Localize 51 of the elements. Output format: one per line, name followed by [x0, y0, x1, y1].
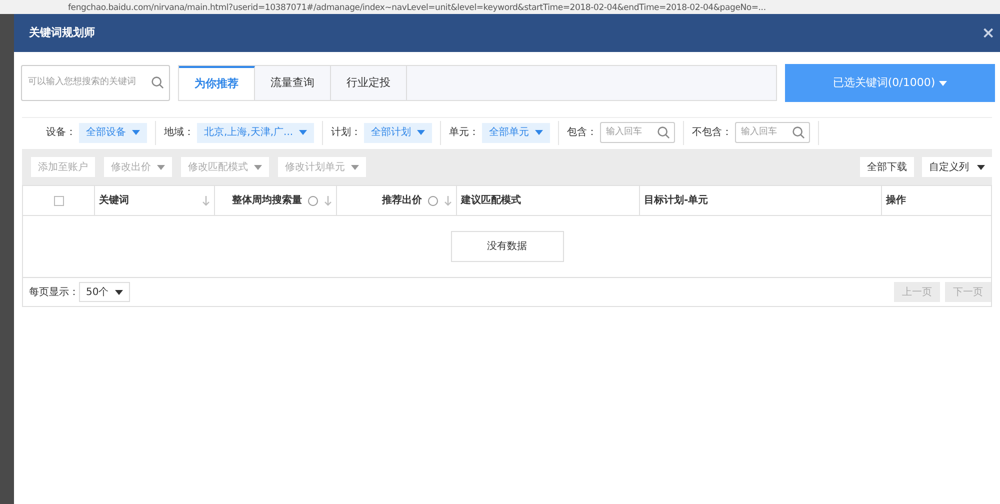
- column-header: 推荐出价: [382, 194, 422, 208]
- tab[interactable]: 流量查询: [255, 66, 331, 100]
- column-header: 整体周均搜索量: [232, 194, 302, 208]
- caret-icon: [535, 130, 544, 135]
- empty-message: 没有数据: [450, 231, 564, 262]
- column-header: 建议匹配模式: [461, 194, 522, 208]
- sort-arrow-icon[interactable]: [324, 196, 332, 206]
- filter-label: 计划：: [331, 126, 362, 140]
- selected-keywords-button[interactable]: 已选关键词(0/1000): [785, 64, 995, 102]
- caret-icon: [299, 130, 308, 135]
- filter-label: 不包含：: [692, 126, 732, 140]
- filter-search-field[interactable]: 输入回车: [600, 122, 676, 143]
- column-header: 关键词: [99, 194, 130, 208]
- column-header: 目标计划-单元: [644, 194, 710, 208]
- help-icon[interactable]: [308, 196, 318, 206]
- caret-icon: [157, 164, 165, 170]
- caret-icon: [977, 164, 985, 170]
- tab[interactable]: 为你推荐: [179, 66, 255, 100]
- search-icon: [657, 126, 670, 139]
- caret-icon: [351, 164, 359, 170]
- close-button[interactable]: ×: [982, 25, 995, 41]
- filter-dropdown[interactable]: 全部设备: [79, 122, 147, 142]
- caret-icon: [417, 130, 426, 135]
- page-size-label: 每页显示：: [29, 286, 79, 300]
- page-size-dropdown[interactable]: 50个: [79, 282, 130, 302]
- filter-dropdown[interactable]: 全部计划: [364, 122, 432, 142]
- caret-icon: [132, 130, 140, 135]
- search-icon: [151, 76, 164, 89]
- filter-label: 设备：: [46, 126, 76, 140]
- address-bar[interactable]: fengchao.baidu.com/nirvana/main.html?userid=10387071#/admanage/index~navLevel=unit&level=keyword&startTime=2018-02-04&endTime=2018-02-04&pageNo=...: [0, 0, 1000, 14]
- select-all-checkbox[interactable]: [54, 196, 64, 206]
- filter-label: 单元：: [449, 126, 480, 140]
- browser-url: fengchao.baidu.com/nirvana/main.html?userid=10387071#/admanage/index~navLevel=unit&level=keyword&startTime=2018-02-04&endTime=2018-02-04&pageNo=...: [68, 3, 766, 14]
- help-icon[interactable]: [428, 196, 438, 206]
- column-header: 操作: [886, 194, 907, 208]
- caret-icon: [939, 80, 948, 86]
- filter-dropdown[interactable]: 北京,上海,天津,广...: [197, 122, 314, 142]
- sort-arrow-icon[interactable]: [444, 196, 452, 206]
- caret-icon: [114, 290, 123, 294]
- filter-label: 包含：: [567, 126, 598, 140]
- filter-dropdown[interactable]: 全部单元: [482, 122, 550, 142]
- sort-arrow-icon[interactable]: [202, 196, 210, 206]
- toolbar-button[interactable]: 全部下载: [860, 157, 914, 177]
- keyword-search-field[interactable]: 可以输入您想搜索的关键词: [21, 65, 170, 101]
- toolbar-button[interactable]: 自定义列: [922, 157, 992, 177]
- filter-label: 地域：: [164, 126, 194, 140]
- search-icon: [792, 126, 806, 139]
- filter-search-field[interactable]: 输入回车: [735, 122, 810, 143]
- dialog-title: 关键词规划师: [29, 24, 95, 41]
- caret-icon: [254, 164, 262, 170]
- tab[interactable]: 行业定投: [331, 66, 407, 100]
